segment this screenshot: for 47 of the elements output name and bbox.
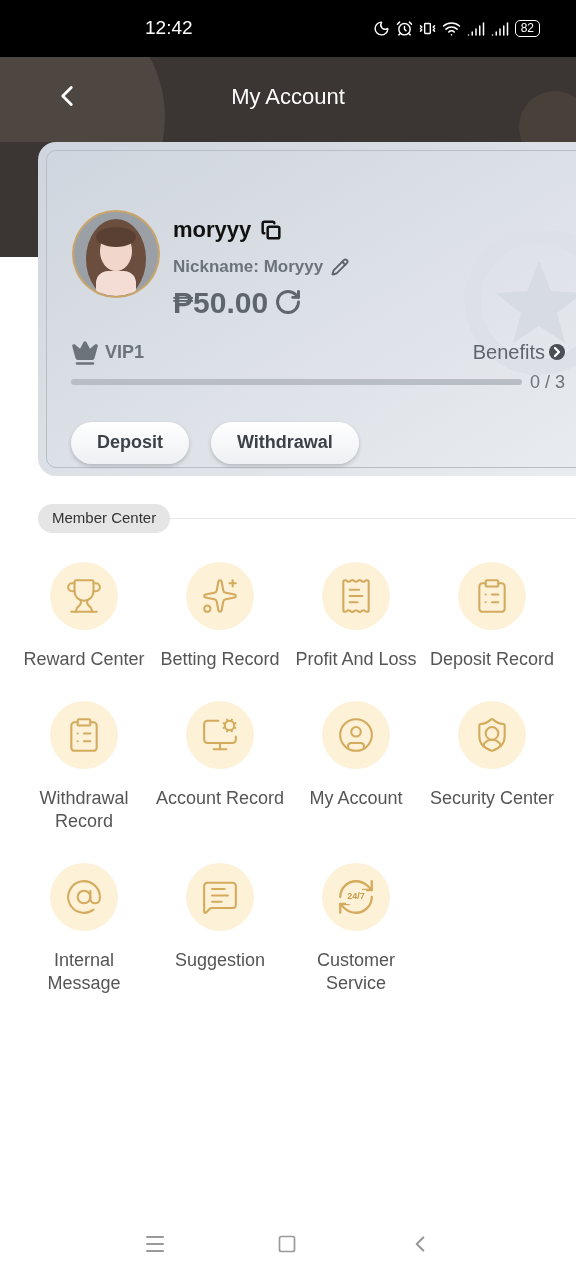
- signal-icon: [490, 19, 509, 38]
- section-label: Member Center: [38, 504, 171, 533]
- alarm-icon: [395, 20, 413, 37]
- menu-tile[interactable]: Deposit Record: [424, 562, 560, 671]
- menu-label: Security Center: [428, 787, 556, 810]
- wifi-icon: [441, 19, 461, 38]
- menu-label: Deposit Record: [428, 648, 556, 671]
- vip-level: VIP1: [105, 341, 145, 364]
- battery-indicator: 82: [514, 20, 540, 37]
- menu-tile[interactable]: Withdrawal Record: [16, 701, 152, 833]
- clock-time: 12:42: [145, 16, 193, 41]
- menu-tile[interactable]: Security Center: [424, 701, 560, 833]
- menu-tile[interactable]: My Account: [288, 701, 424, 833]
- menu-tile[interactable]: Betting Record: [152, 562, 288, 671]
- chevron-icon: [549, 343, 565, 360]
- menu-tile[interactable]: 24/7 Customer Service: [288, 863, 424, 995]
- menu-tile[interactable]: Profit And Loss: [288, 562, 424, 671]
- benefits-link[interactable]: Benefits: [472, 336, 565, 367]
- moon-icon: [372, 20, 390, 37]
- icon-label: 24/7: [346, 890, 366, 904]
- home-icon[interactable]: [277, 1234, 297, 1254]
- vibrate-icon: [418, 20, 436, 37]
- page-title: My Account: [230, 82, 346, 111]
- signal-icon: [466, 19, 485, 38]
- nickname: Nickname: Moryyy: [173, 256, 324, 278]
- menu-label: Account Record: [154, 787, 286, 810]
- refresh-icon[interactable]: [274, 288, 303, 316]
- username: moryyy: [173, 216, 252, 244]
- crown-icon: [71, 338, 99, 367]
- progress-count: 0 / 3: [529, 370, 565, 394]
- menu-label: Withdrawal Record: [38, 787, 130, 833]
- menu-tile[interactable]: Reward Center: [16, 562, 152, 671]
- balance-amount: ₱50.00: [173, 284, 269, 321]
- copy-icon[interactable]: [261, 219, 282, 240]
- menu-tile[interactable]: Internal Message: [16, 863, 152, 995]
- menu-tile[interactable]: Suggestion: [152, 863, 288, 995]
- menu-label: Customer Service: [316, 949, 396, 995]
- menu-tile[interactable]: Account Record: [152, 701, 288, 833]
- menu-label: Suggestion: [173, 949, 267, 972]
- menu-label: Betting Record: [159, 648, 281, 671]
- menu-label: My Account: [308, 787, 404, 810]
- menu-label: Profit And Loss: [294, 648, 418, 671]
- menu-label: Reward Center: [22, 648, 146, 671]
- menu-label: Internal Message: [46, 949, 122, 995]
- withdrawal-button[interactable]: Withdrawal: [211, 421, 359, 464]
- deposit-button[interactable]: Deposit: [71, 421, 189, 464]
- edit-icon[interactable]: [331, 257, 350, 276]
